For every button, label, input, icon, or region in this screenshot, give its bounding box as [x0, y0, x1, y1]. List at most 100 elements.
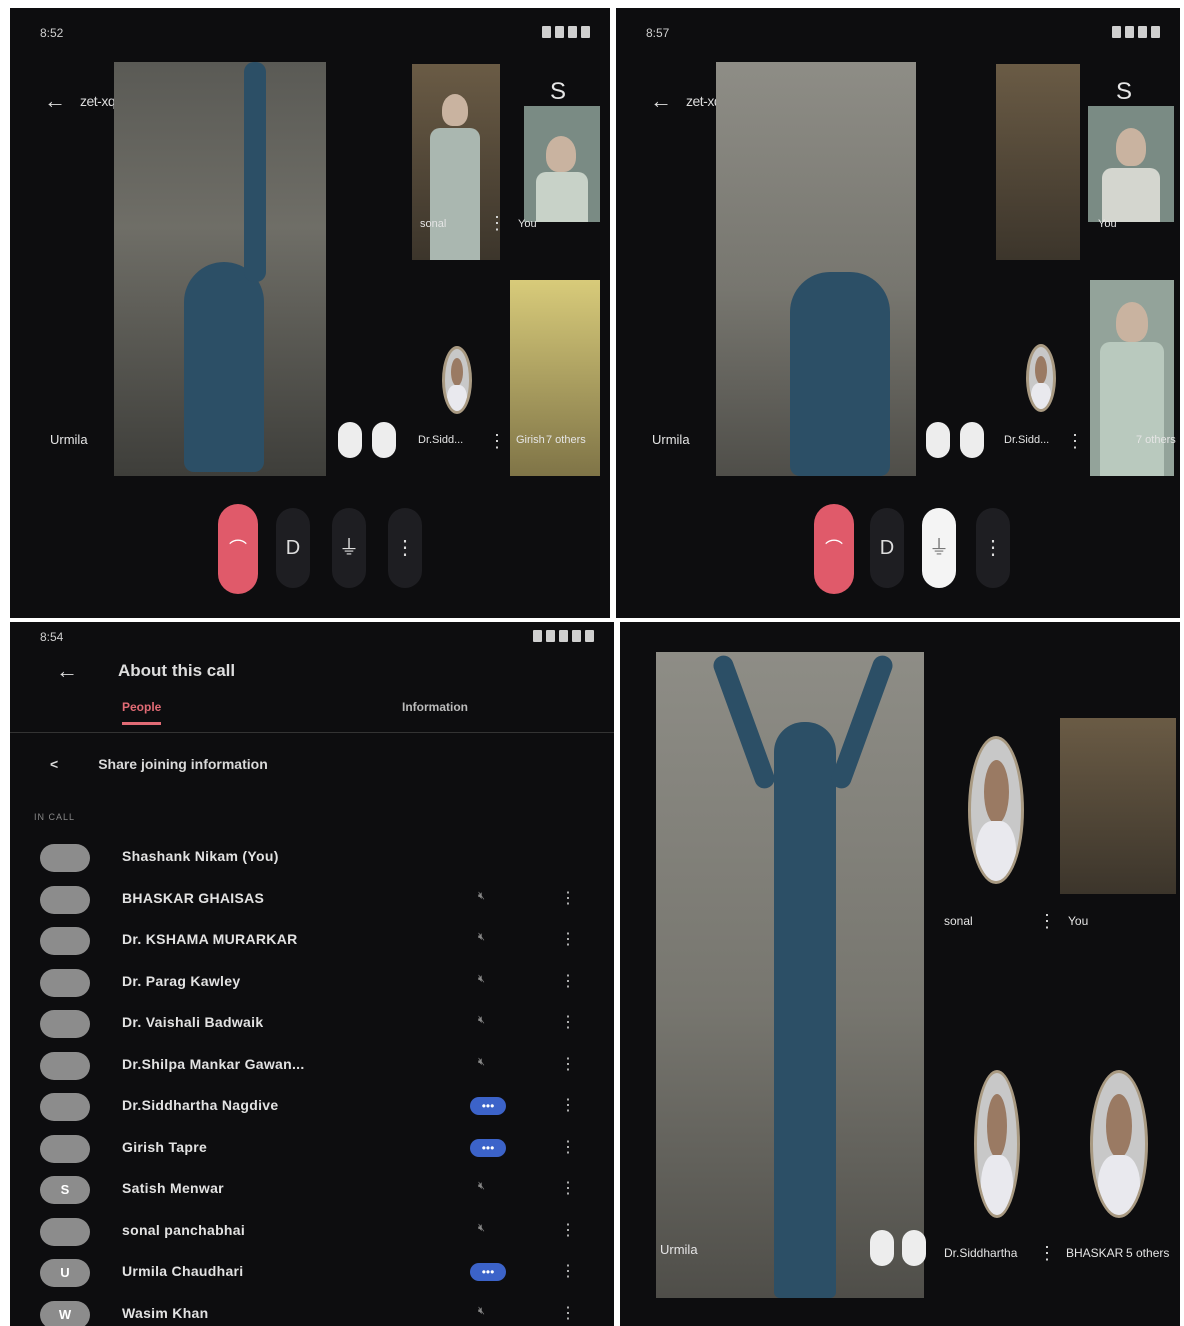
participant-arm	[244, 62, 266, 282]
participant-avatar: U	[40, 1259, 90, 1287]
tile-sonal[interactable]	[412, 64, 500, 260]
tile-you[interactable]	[524, 106, 600, 222]
participant-name: Dr.Siddhartha Nagdive	[122, 1097, 279, 1113]
tile-others-label: 7 others	[1136, 434, 1176, 446]
back-arrow-icon[interactable]: ←	[44, 88, 66, 114]
participant-row[interactable]: Dr.Shilpa Mankar Gawan... 🔇︎ ⋮	[10, 1046, 614, 1088]
tile-sonal-more-icon[interactable]: ⋮	[488, 214, 506, 232]
tile-sonal-label: sonal	[944, 914, 973, 928]
share-label: Share joining information	[98, 756, 268, 772]
tile-bhaskar-label: BHASKAR	[1066, 1246, 1124, 1260]
pin-icon[interactable]	[338, 422, 362, 458]
participant-row[interactable]: Shashank Nikam (You)	[10, 838, 614, 880]
call-screen-4: Urmila sonal ⋮ You Dr.Siddhartha ⋮ BHASK…	[620, 622, 1180, 1326]
tile-sonal-more-icon[interactable]: ⋮	[1038, 912, 1056, 930]
participant-arm-right	[828, 652, 896, 792]
camera-button[interactable]: D	[276, 508, 310, 588]
participant-more-icon[interactable]: ⋮	[560, 888, 576, 908]
avatar-sidd	[1026, 344, 1056, 412]
main-video-label: Urmila	[660, 1242, 698, 1257]
participant-more-icon[interactable]: ⋮	[560, 1303, 576, 1323]
speaker-icon[interactable]: S	[550, 78, 566, 106]
participant-more-icon[interactable]: ⋮	[560, 1095, 576, 1115]
tile-you[interactable]	[1060, 718, 1176, 894]
tile-sidd-more-icon[interactable]: ⋮	[488, 432, 506, 450]
participant-name: Dr. KSHAMA MURARKAR	[122, 931, 298, 947]
fullscreen-icon[interactable]	[902, 1230, 926, 1266]
main-video[interactable]	[114, 62, 326, 476]
mic-muted-icon: 🔇︎	[478, 1014, 485, 1026]
participant-avatar	[40, 1134, 90, 1163]
pin-icon[interactable]	[870, 1230, 894, 1266]
participant-more-icon[interactable]: ⋮	[560, 1012, 576, 1032]
participant-name: Wasim Khan	[122, 1304, 209, 1321]
participant-row[interactable]: U Urmila Chaudhari ••• ⋮	[10, 1253, 614, 1295]
share-joining-info[interactable]: < Share joining information	[50, 756, 268, 772]
participant-avatar	[40, 844, 90, 872]
participant-name: BHASKAR GHAISAS	[122, 889, 265, 906]
main-video[interactable]	[716, 62, 916, 476]
avatar-sidd	[974, 1070, 1020, 1218]
participant-more-icon[interactable]: ⋮	[560, 1261, 576, 1281]
participant-row[interactable]: Dr. KSHAMA MURARKAR 🔇︎ ⋮	[10, 921, 614, 963]
participant-more-icon[interactable]: ⋮	[560, 971, 576, 991]
hang-up-button[interactable]: ⌒	[814, 504, 854, 594]
participant-row[interactable]: Dr. Vaishali Badwaik 🔇︎ ⋮	[10, 1004, 614, 1046]
participant-more-icon[interactable]: ⋮	[560, 1054, 576, 1074]
mic-active-icon: •••	[470, 1097, 506, 1115]
call-screen-2: 8:57 ← zet-xqby-jsa Urmila You S Dr.Sidd…	[616, 8, 1180, 618]
more-options-button[interactable]: ⋮	[388, 508, 422, 588]
tile-sidd-more-icon[interactable]: ⋮	[1038, 1244, 1056, 1262]
participant-more-icon[interactable]: ⋮	[560, 929, 576, 949]
participant-figure	[790, 272, 890, 476]
share-icon: <	[50, 756, 59, 772]
participant-more-icon[interactable]: ⋮	[560, 1137, 576, 1157]
status-icons	[538, 25, 590, 41]
tab-people[interactable]: People	[122, 700, 162, 725]
participant-more-icon[interactable]: ⋮	[560, 1178, 576, 1198]
camera-button[interactable]: D	[870, 508, 904, 588]
participant-row[interactable]: BHASKAR GHAISAS 🔇︎ ⋮	[10, 880, 614, 922]
status-icons	[529, 629, 594, 645]
tile-others-label: 5 others	[1126, 1246, 1170, 1260]
main-video-label: Urmila	[652, 432, 690, 447]
mic-active-icon: •••	[470, 1138, 506, 1157]
hang-up-button[interactable]: ⌒	[218, 504, 258, 594]
tile-sidd-more-icon[interactable]: ⋮	[1066, 432, 1084, 450]
fullscreen-icon[interactable]	[372, 422, 396, 458]
tab-information[interactable]: Information	[402, 700, 468, 714]
participant-name: Dr.Shilpa Mankar Gawan...	[122, 1055, 305, 1072]
participant-row[interactable]: Dr.Siddhartha Nagdive ••• ⋮	[10, 1087, 614, 1129]
main-video[interactable]	[656, 652, 924, 1298]
pin-icon[interactable]	[926, 422, 950, 458]
tile-others[interactable]	[510, 280, 600, 476]
avatar-sidd	[442, 346, 472, 414]
participant-avatar	[40, 885, 90, 914]
tile-you-label: You	[1098, 218, 1117, 230]
mic-button[interactable]: ⏚	[332, 508, 366, 588]
participant-more-icon[interactable]: ⋮	[560, 1220, 576, 1240]
mic-active-icon: •••	[470, 1263, 506, 1281]
back-arrow-icon[interactable]: ←	[650, 88, 672, 114]
participant-name: sonal panchabhai	[122, 1221, 246, 1238]
participant-row[interactable]: Girish Tapre ••• ⋮	[10, 1129, 614, 1171]
tile-room[interactable]	[996, 64, 1080, 260]
fullscreen-icon[interactable]	[960, 422, 984, 458]
tile-sonal-label: sonal	[420, 218, 447, 230]
page-title: About this call	[118, 661, 236, 680]
participant-row[interactable]: S Satish Menwar 🔇︎ ⋮	[10, 1170, 614, 1212]
participant-figure	[184, 262, 264, 472]
participant-row[interactable]: W Wasim Khan 🔇︎ ⋮	[10, 1295, 614, 1326]
participant-row[interactable]: Dr. Parag Kawley 🔇︎ ⋮	[10, 963, 614, 1005]
mic-button[interactable]: ⏚	[922, 508, 956, 588]
more-options-button[interactable]: ⋮	[976, 508, 1010, 588]
participant-avatar: S	[40, 1176, 90, 1204]
tile-you[interactable]	[1088, 106, 1174, 222]
participant-avatar	[40, 1010, 90, 1038]
tile-others[interactable]	[1090, 280, 1174, 476]
speaker-icon[interactable]: S	[1116, 78, 1132, 106]
participant-row[interactable]: sonal panchabhai 🔇︎ ⋮	[10, 1212, 614, 1254]
back-arrow-icon[interactable]: ←	[56, 658, 78, 684]
section-label: IN CALL	[34, 812, 76, 822]
mic-muted-icon: 🔇︎	[478, 972, 485, 985]
